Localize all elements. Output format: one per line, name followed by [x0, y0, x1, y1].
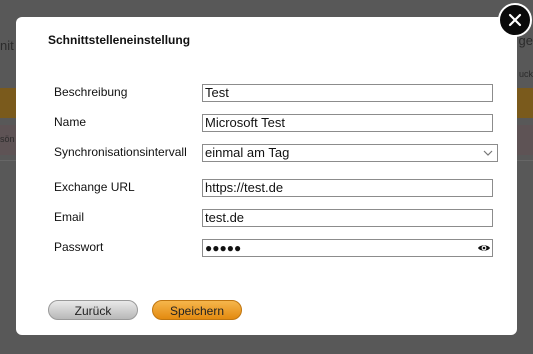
background-text: uck: [518, 69, 533, 79]
background-text: sön: [0, 134, 15, 144]
close-button[interactable]: [498, 3, 532, 37]
password-input[interactable]: ●●●●●: [202, 239, 493, 257]
chevron-down-icon: [483, 150, 493, 156]
exchange-url-label: Exchange URL: [54, 180, 135, 194]
interface-settings-dialog: Schnittstelleneinstellung Beschreibung T…: [16, 17, 517, 335]
name-label: Name: [54, 115, 87, 129]
password-label: Passwort: [54, 240, 104, 254]
name-input[interactable]: Microsoft Test: [202, 114, 493, 132]
back-button[interactable]: Zurück: [48, 300, 138, 320]
sync-interval-label: Synchronisationsintervall: [54, 145, 187, 159]
close-icon: [508, 13, 522, 27]
background-text: nit: [0, 38, 14, 53]
eye-icon[interactable]: [477, 241, 491, 255]
email-input[interactable]: test.de: [202, 209, 493, 227]
email-label: Email: [54, 210, 85, 224]
save-button[interactable]: Speichern: [152, 300, 242, 320]
dialog-title: Schnittstelleneinstellung: [48, 33, 191, 47]
sync-interval-select[interactable]: einmal am Tag: [202, 144, 498, 162]
sync-interval-value: einmal am Tag: [205, 145, 290, 160]
password-value: ●●●●●: [205, 241, 242, 255]
description-input[interactable]: Test: [202, 84, 493, 102]
description-label: Beschreibung: [54, 85, 128, 99]
exchange-url-input[interactable]: https://test.de: [202, 179, 493, 197]
